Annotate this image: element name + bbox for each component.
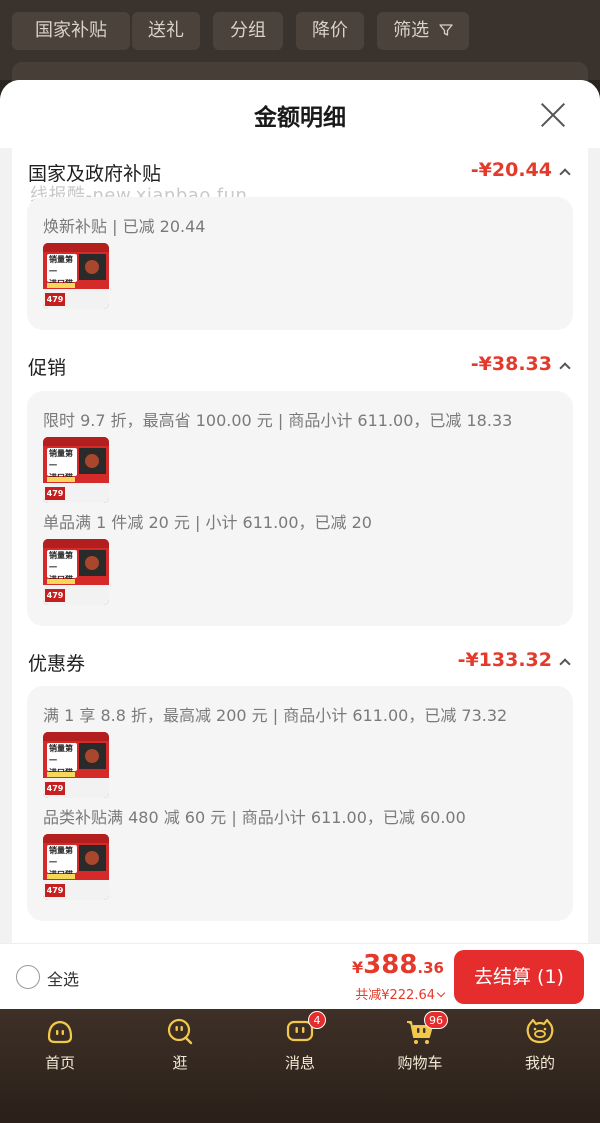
profile-pig-icon (526, 1018, 554, 1044)
total-price: ¥388.36 (352, 950, 444, 980)
funnel-icon (439, 24, 453, 36)
filter-chip-filter[interactable]: 筛选 (377, 12, 469, 50)
filter-chip-label: 筛选 (393, 20, 430, 41)
total-price-decimal: .36 (417, 959, 444, 977)
section-amount-coupon[interactable]: -¥133.32 (458, 649, 552, 671)
tab-bar: 首页 逛 4 消息 96 购物车 我的 (0, 1009, 600, 1123)
section-card-promotion: 限时 9.7 折，最高省 100.00 元 | 商品小计 611.00，已减 1… (27, 391, 573, 626)
coupon-line: 满 1 享 8.8 折，最高减 200 元 | 商品小计 611.00，已减 7… (43, 706, 508, 725)
section-amount-promotion[interactable]: -¥38.33 (471, 353, 552, 375)
filter-chip-price-drop[interactable]: 降价 (296, 12, 364, 50)
thumb-price: 479 (45, 884, 65, 897)
checkout-bar: 全选 ¥388.36 共减¥222.64 去结算 (1) (0, 943, 600, 1009)
sheet-title: 金额明细 (254, 105, 346, 131)
select-all-label[interactable]: 全选 (47, 966, 79, 990)
product-thumbnail[interactable]: 销量第一进口猫粮 479 (43, 437, 109, 503)
thumb-price: 479 (45, 782, 65, 795)
cart-badge: 96 (424, 1011, 448, 1029)
tab-messages[interactable]: 4 消息 (240, 1009, 360, 1123)
chevron-up-icon[interactable] (560, 166, 570, 176)
filter-chip-national-subsidy[interactable]: 国家补贴 (12, 12, 130, 50)
tab-cart[interactable]: 96 购物车 (360, 1009, 480, 1123)
filter-chip-label: 降价 (312, 20, 348, 41)
saved-amount-text: 共减¥222.64 (355, 988, 435, 1003)
thumb-headline: 销量第一 (49, 846, 73, 867)
promotion-line: 限时 9.7 折，最高省 100.00 元 | 商品小计 611.00，已减 1… (43, 411, 513, 430)
filter-chip-gift[interactable]: 送礼 (132, 12, 200, 50)
product-thumbnail[interactable]: 销量第一进口猫粮 479 (43, 732, 109, 798)
browse-face-icon (167, 1018, 193, 1045)
subsidy-line: 焕新补贴 | 已减 20.44 (43, 217, 206, 236)
product-thumbnail[interactable]: 销量第一进口猫粮 479 (43, 834, 109, 900)
coupon-line: 品类补贴满 480 减 60 元 | 商品小计 611.00，已减 60.00 (43, 808, 466, 827)
select-all-radio[interactable] (16, 965, 40, 989)
thumb-price: 479 (45, 487, 65, 500)
sheet-content: 国家及政府补贴 -¥20.44 线报酷-new.xianbao.fun 焕新补贴… (12, 148, 588, 943)
total-price-integer: 388 (363, 950, 418, 980)
tab-label: 我的 (524, 1054, 555, 1072)
thumb-price: 479 (45, 293, 65, 306)
filter-chip-group[interactable]: 分组 (213, 12, 283, 50)
saved-amount[interactable]: 共减¥222.64 (355, 984, 446, 1003)
section-title-promotion: 促销 (28, 357, 67, 379)
filter-chip-label: 国家补贴 (35, 20, 107, 41)
sheet-header: 金额明细 (0, 80, 600, 148)
tab-label: 首页 (44, 1054, 75, 1072)
tab-label: 购物车 (397, 1054, 443, 1072)
thumb-price: 479 (45, 589, 65, 602)
promotion-line: 单品满 1 件减 20 元 | 小计 611.00，已减 20 (43, 513, 372, 532)
checkout-button[interactable]: 去结算 (1) (454, 950, 584, 1004)
filter-chip-label: 送礼 (148, 20, 184, 41)
product-thumbnail[interactable]: 销量第一进口猫粮 479 (43, 539, 109, 605)
chevron-up-icon[interactable] (560, 360, 570, 370)
chevron-up-icon[interactable] (560, 656, 570, 666)
filter-bar: 国家补贴 送礼 分组 降价 筛选 (0, 0, 600, 92)
tab-label: 逛 (172, 1054, 188, 1072)
tab-browse[interactable]: 逛 (120, 1009, 240, 1123)
section-amount-subsidy[interactable]: -¥20.44 (471, 159, 552, 181)
section-card-coupon: 满 1 享 8.8 折，最高减 200 元 | 商品小计 611.00，已减 7… (27, 686, 573, 921)
message-badge: 4 (308, 1011, 326, 1029)
tab-home[interactable]: 首页 (0, 1009, 120, 1123)
thumb-headline: 销量第一 (49, 744, 73, 765)
tab-profile[interactable]: 我的 (480, 1009, 600, 1123)
section-card-subsidy: 焕新补贴 | 已减 20.44 销量第一进口猫粮 479 (27, 197, 573, 330)
filter-chip-label: 分组 (230, 20, 266, 41)
close-icon[interactable] (540, 102, 566, 128)
product-thumbnail[interactable]: 销量第一进口猫粮 479 (43, 243, 109, 309)
section-title-coupon: 优惠券 (28, 653, 86, 675)
thumb-headline: 销量第一 (49, 551, 73, 572)
chevron-down-icon (436, 988, 446, 998)
amount-detail-sheet: 金额明细 国家及政府补贴 -¥20.44 线报酷-new.xianbao.fun… (0, 80, 600, 943)
thumb-headline: 销量第一 (49, 255, 73, 276)
thumb-headline: 销量第一 (49, 449, 73, 470)
tab-label: 消息 (284, 1054, 315, 1072)
currency-symbol: ¥ (352, 958, 364, 977)
home-face-icon (47, 1020, 73, 1044)
